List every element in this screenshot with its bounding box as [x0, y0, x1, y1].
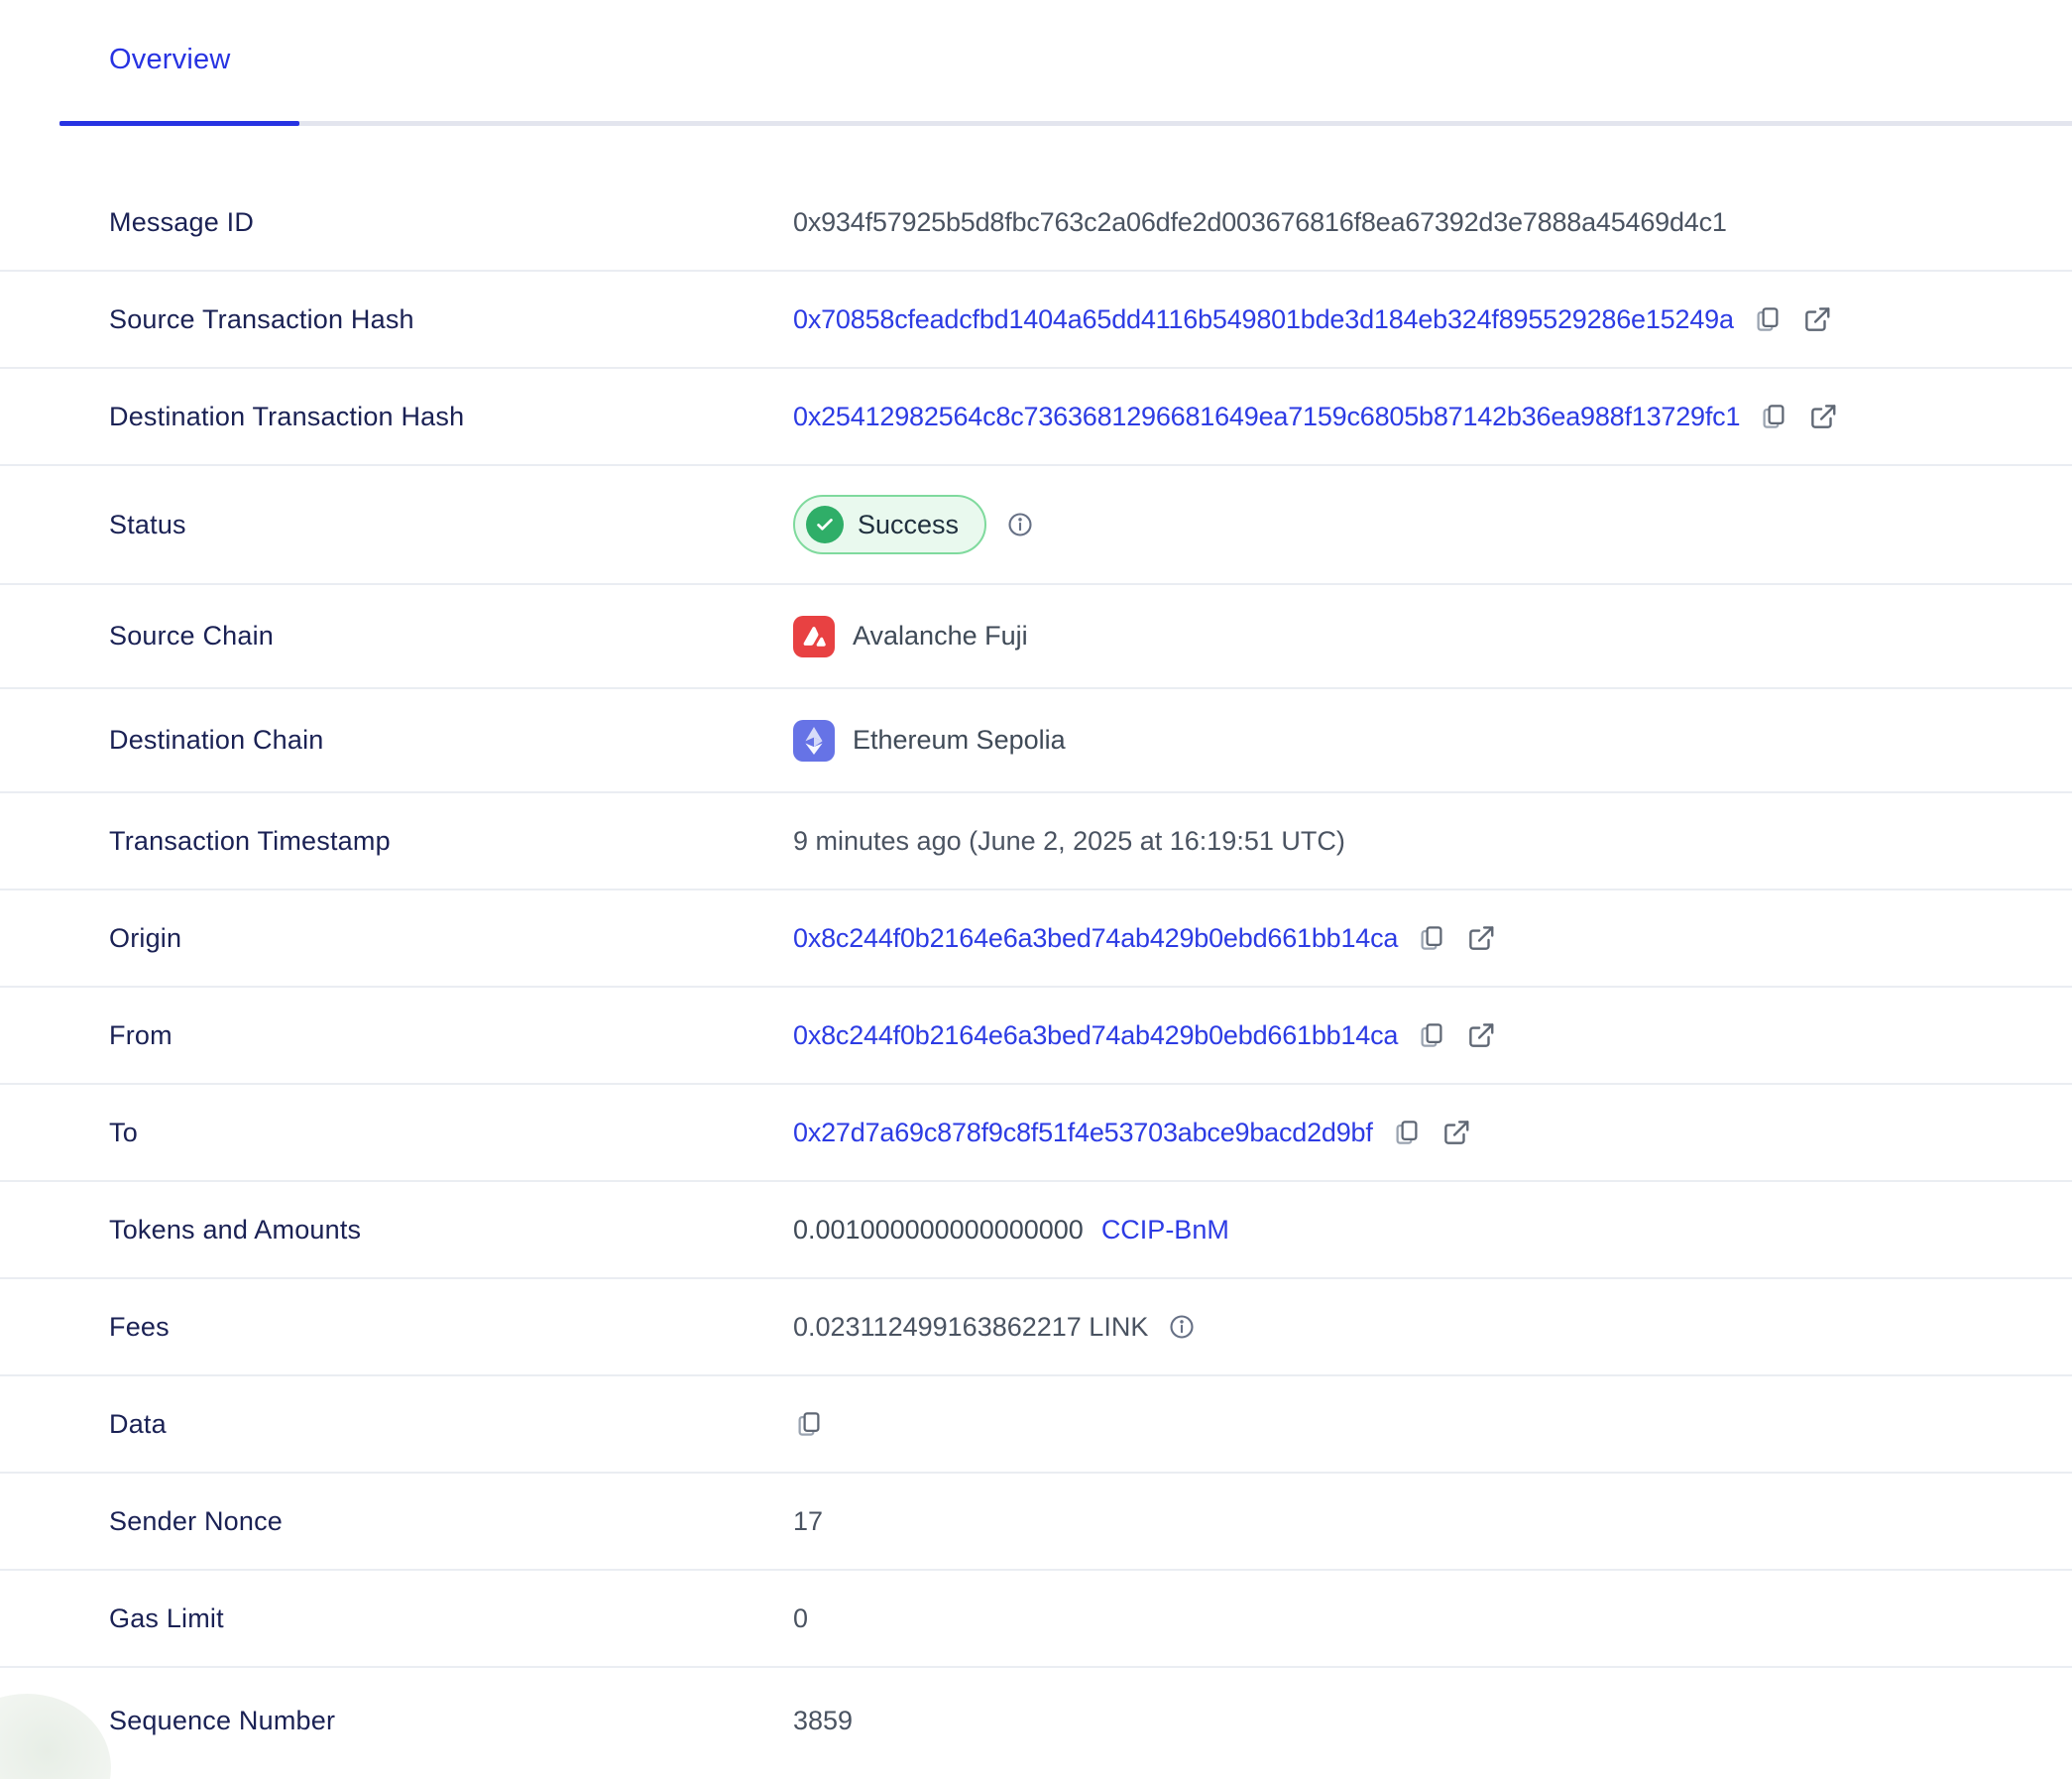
transaction-timestamp-label: Transaction Timestamp	[109, 826, 793, 857]
tab-track	[59, 121, 2072, 126]
external-link-icon[interactable]	[1465, 922, 1497, 954]
tokens-and-amounts-label: Tokens and Amounts	[109, 1215, 793, 1245]
gas-limit-label: Gas Limit	[109, 1603, 793, 1634]
sender-nonce-label: Sender Nonce	[109, 1506, 793, 1537]
avalanche-logo-icon	[793, 616, 835, 657]
row-origin: Origin 0x8c244f0b2164e6a3bed74ab429b0ebd…	[0, 890, 2072, 988]
row-gas-limit: Gas Limit 0	[0, 1571, 2072, 1668]
source-chain-label: Source Chain	[109, 621, 793, 652]
data-label: Data	[109, 1409, 793, 1440]
info-icon[interactable]	[1166, 1311, 1198, 1343]
copy-icon[interactable]	[1391, 1117, 1423, 1148]
tab-overview[interactable]: Overview	[109, 44, 230, 76]
external-link-icon[interactable]	[1801, 303, 1833, 335]
tab-bar: Overview	[0, 0, 2072, 129]
origin-address-link[interactable]: 0x8c244f0b2164e6a3bed74ab429b0ebd661bb14…	[793, 923, 1398, 954]
from-address-link[interactable]: 0x8c244f0b2164e6a3bed74ab429b0ebd661bb14…	[793, 1020, 1398, 1051]
row-message-id: Message ID 0x934f57925b5d8fbc763c2a06dfe…	[0, 175, 2072, 272]
status-badge: Success	[793, 495, 986, 554]
token-amount-value: 0.001000000000000000	[793, 1215, 1084, 1245]
copy-icon[interactable]	[1416, 922, 1447, 954]
tab-active-indicator	[59, 121, 299, 126]
sequence-number-label: Sequence Number	[109, 1706, 793, 1736]
ethereum-logo-icon	[793, 720, 835, 762]
status-label: Status	[109, 510, 793, 540]
copy-icon[interactable]	[1752, 303, 1784, 335]
row-status: Status Success	[0, 466, 2072, 585]
origin-label: Origin	[109, 923, 793, 954]
external-link-icon[interactable]	[1465, 1019, 1497, 1051]
row-to: To 0x27d7a69c878f9c8f51f4e53703abce9bacd…	[0, 1085, 2072, 1182]
row-destination-chain: Destination Chain Ethereum Sepolia	[0, 689, 2072, 793]
copy-icon[interactable]	[1758, 401, 1789, 432]
copy-icon[interactable]	[1416, 1019, 1447, 1051]
destination-tx-hash-label: Destination Transaction Hash	[109, 402, 793, 432]
transaction-timestamp-value: 9 minutes ago (June 2, 2025 at 16:19:51 …	[793, 826, 1345, 857]
gas-limit-value: 0	[793, 1603, 808, 1634]
source-tx-hash-link[interactable]: 0x70858cfeadcfbd1404a65dd4116b549801bde3…	[793, 304, 1734, 335]
to-address-link[interactable]: 0x27d7a69c878f9c8f51f4e53703abce9bacd2d9…	[793, 1118, 1373, 1148]
to-label: To	[109, 1118, 793, 1148]
source-tx-hash-label: Source Transaction Hash	[109, 304, 793, 335]
check-circle-icon	[806, 506, 844, 543]
fees-value: 0.023112499163862217 LINK	[793, 1312, 1148, 1343]
message-id-label: Message ID	[109, 207, 793, 238]
sequence-number-value: 3859	[793, 1706, 853, 1736]
row-tokens-and-amounts: Tokens and Amounts 0.001000000000000000 …	[0, 1182, 2072, 1279]
copy-icon[interactable]	[793, 1408, 825, 1440]
row-transaction-timestamp: Transaction Timestamp 9 minutes ago (Jun…	[0, 793, 2072, 890]
row-destination-tx-hash: Destination Transaction Hash 0x254129825…	[0, 369, 2072, 466]
status-badge-text: Success	[858, 510, 959, 540]
external-link-icon[interactable]	[1807, 401, 1839, 432]
destination-tx-hash-link[interactable]: 0x25412982564c8c7363681296681649ea7159c6…	[793, 402, 1740, 432]
sender-nonce-value: 17	[793, 1506, 823, 1537]
external-link-icon[interactable]	[1440, 1117, 1472, 1148]
row-fees: Fees 0.023112499163862217 LINK	[0, 1279, 2072, 1376]
row-data: Data	[0, 1376, 2072, 1474]
token-symbol-link[interactable]: CCIP-BnM	[1101, 1215, 1229, 1245]
transaction-details-table: Message ID 0x934f57925b5d8fbc763c2a06dfe…	[0, 175, 2072, 1773]
row-sequence-number: Sequence Number 3859	[0, 1668, 2072, 1773]
row-sender-nonce: Sender Nonce 17	[0, 1474, 2072, 1571]
info-icon[interactable]	[1004, 509, 1036, 540]
message-id-value: 0x934f57925b5d8fbc763c2a06dfe2d003676816…	[793, 207, 1727, 238]
row-from: From 0x8c244f0b2164e6a3bed74ab429b0ebd66…	[0, 988, 2072, 1085]
destination-chain-name: Ethereum Sepolia	[853, 725, 1066, 756]
row-source-tx-hash: Source Transaction Hash 0x70858cfeadcfbd…	[0, 272, 2072, 369]
from-label: From	[109, 1020, 793, 1051]
row-source-chain: Source Chain Avalanche Fuji	[0, 585, 2072, 689]
source-chain-name: Avalanche Fuji	[853, 621, 1028, 652]
destination-chain-label: Destination Chain	[109, 725, 793, 756]
fees-label: Fees	[109, 1312, 793, 1343]
